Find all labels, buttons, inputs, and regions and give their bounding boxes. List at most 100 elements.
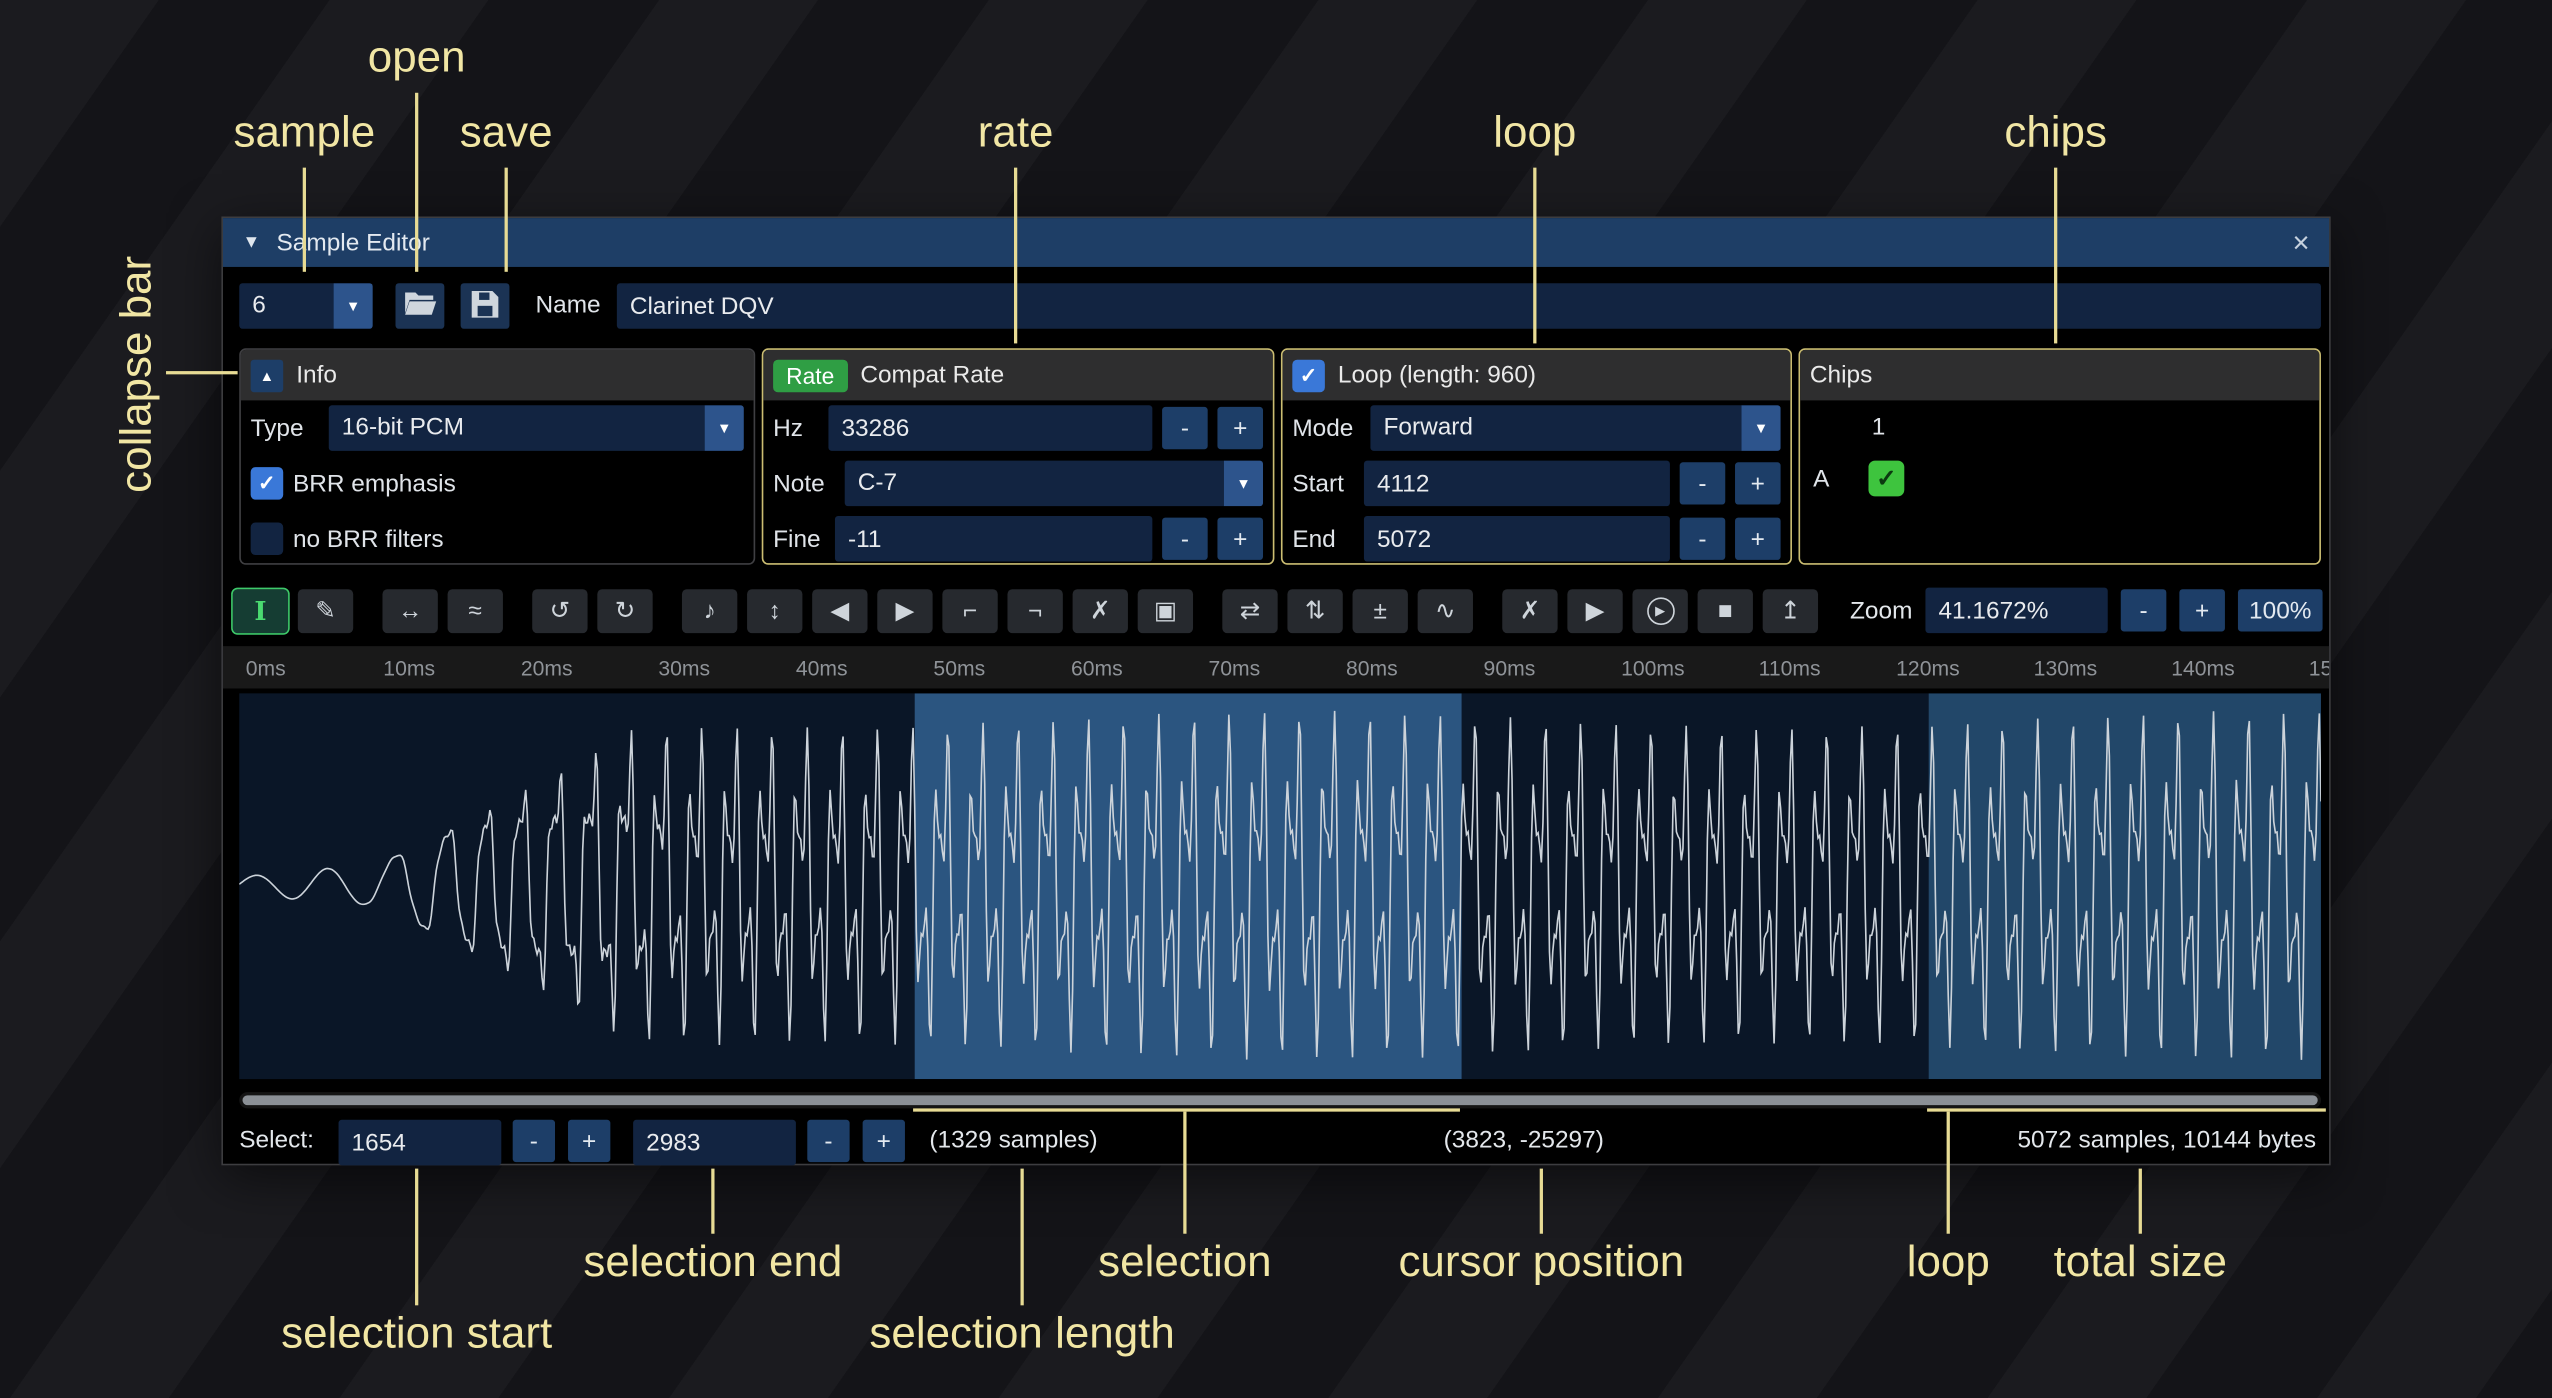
annotation-line-chips (2054, 168, 2057, 344)
edit-select-icon[interactable]: I (233, 588, 288, 632)
selection-end-minus-button[interactable]: - (807, 1120, 849, 1162)
selection-start-input[interactable] (339, 1120, 502, 1166)
info-header-label: Info (296, 361, 337, 389)
annotation-line-selection-end (711, 1169, 714, 1234)
annotation-line-sample (303, 168, 306, 272)
selection-end-input[interactable] (633, 1120, 796, 1166)
save-button[interactable] (461, 283, 510, 329)
type-dropdown[interactable]: 16-bit PCM ▼ (329, 405, 744, 451)
sign-invert-icon[interactable]: ± (1353, 588, 1408, 632)
toolbar-groups: I✎↔≈↺↻♪↕◀▶⌐¬✗▣⇄⇅±∿✗▶▶■↥ (233, 588, 1818, 632)
ruler-tick: 140ms (2171, 655, 2309, 679)
loop-section: ✓ Loop (length: 960) Mode Forward ▼ Star… (1281, 348, 1792, 564)
loop-mode-dropdown[interactable]: Forward ▼ (1370, 405, 1780, 451)
close-icon[interactable]: × (2292, 228, 2309, 257)
loop-start-minus-button[interactable]: - (1680, 462, 1726, 504)
fade-out-icon[interactable]: ▶ (877, 588, 932, 632)
titlebar[interactable]: ▼ Sample Editor × (223, 218, 2329, 267)
chevron-down-icon: ▼ (334, 283, 373, 329)
chip-row-label: A (1813, 465, 1829, 493)
reverse-icon[interactable]: ⇄ (1222, 588, 1277, 632)
fine-plus-button[interactable]: + (1217, 518, 1263, 560)
no-brr-filters-label: no BRR filters (293, 525, 444, 553)
chip-index: 1 (1872, 413, 1886, 441)
annotation-save: save (460, 107, 553, 157)
chevron-down-icon: ▼ (1742, 405, 1781, 451)
preview-icon[interactable]: ▶ (1567, 588, 1622, 632)
delete-icon[interactable]: ✗ (1073, 588, 1128, 632)
note-label: Note (773, 470, 835, 498)
waveform-display[interactable] (239, 693, 2321, 1079)
normalize-icon[interactable]: ↕ (747, 588, 802, 632)
type-label: Type (251, 414, 319, 442)
loop-end-minus-button[interactable]: - (1680, 518, 1726, 560)
sample-number-dropdown[interactable]: 6 ▼ (239, 283, 372, 329)
annotation-total-size: total size (2054, 1237, 2227, 1287)
chip-enable-checkbox[interactable]: ✓ (1868, 461, 1904, 497)
hz-input[interactable] (828, 405, 1152, 451)
crossfade-icon[interactable]: ✗ (1502, 588, 1557, 632)
scrollbar-handle[interactable] (243, 1095, 2318, 1105)
fine-input[interactable] (835, 516, 1152, 562)
export-icon[interactable]: ↥ (1763, 588, 1818, 632)
ruler-tick: 30ms (658, 655, 796, 679)
name-input[interactable] (617, 283, 2321, 329)
stop-preview-icon[interactable]: ■ (1698, 588, 1753, 632)
fine-label: Fine (773, 525, 825, 553)
loop-header-label: Loop (length: 960) (1338, 361, 1536, 389)
ruler-tick: 150ms (2309, 655, 2329, 679)
zoom-reset-button[interactable]: 100% (2238, 589, 2323, 631)
selection-start-plus-button[interactable]: + (568, 1120, 610, 1162)
annotation-open: open (368, 33, 466, 83)
annotation-cursor-position: cursor position (1398, 1237, 1684, 1287)
waveform-scrollbar[interactable] (239, 1092, 2321, 1108)
annotation-selection-start: selection start (281, 1309, 552, 1359)
hz-plus-button[interactable]: + (1217, 407, 1263, 449)
loop-checkbox[interactable]: ✓ (1292, 359, 1325, 392)
loop-end-input[interactable] (1364, 516, 1670, 562)
fine-minus-button[interactable]: - (1162, 518, 1208, 560)
loop-start-input[interactable] (1364, 461, 1670, 507)
amplify-icon[interactable]: ♪ (682, 588, 737, 632)
collapse-bar-button[interactable]: ▲ (251, 359, 284, 392)
timeline-ruler[interactable]: 0ms10ms20ms30ms40ms50ms60ms70ms80ms90ms1… (223, 646, 2329, 688)
open-button[interactable] (396, 283, 445, 329)
ruler-tick: 80ms (1346, 655, 1484, 679)
loop-end-plus-button[interactable]: + (1735, 518, 1781, 560)
selection-start-minus-button[interactable]: - (513, 1120, 555, 1162)
annotation-line-selection-start (415, 1169, 418, 1306)
chevron-up-icon: ▲ (260, 367, 275, 383)
brr-emphasis-checkbox[interactable]: ✓ (251, 467, 284, 500)
resample-icon[interactable]: ≈ (448, 588, 503, 632)
select-label: Select: (239, 1118, 314, 1164)
invert-icon[interactable]: ⇅ (1287, 588, 1342, 632)
fade-in-icon[interactable]: ◀ (812, 588, 867, 632)
draw-icon[interactable]: ✎ (298, 588, 353, 632)
preview-loop-icon[interactable]: ▶ (1632, 588, 1687, 632)
annotation-chips: chips (2004, 107, 2107, 157)
annotation-line-collapse-bar (166, 371, 238, 374)
chevron-down-icon: ▼ (705, 405, 744, 451)
resize-icon[interactable]: ↔ (382, 588, 437, 632)
note-dropdown[interactable]: C-7 ▼ (845, 461, 1263, 507)
annotation-line-open (415, 93, 418, 272)
insert-silence-icon[interactable]: ⌐ (942, 588, 997, 632)
annotation-selection-end: selection end (583, 1237, 842, 1287)
filter-icon[interactable]: ∿ (1418, 588, 1473, 632)
zoom-out-button[interactable]: - (2121, 589, 2167, 631)
zoom-input[interactable] (1925, 588, 2107, 634)
no-brr-filters-checkbox[interactable] (251, 522, 284, 555)
ruler-tick: 90ms (1484, 655, 1622, 679)
hz-minus-button[interactable]: - (1162, 407, 1208, 449)
cursor-position-text: (3823, -25297) (1444, 1118, 1604, 1164)
annotation-collapse-bar: collapse bar (111, 256, 161, 493)
window-collapse-icon[interactable]: ▼ (243, 233, 261, 253)
zoom-in-button[interactable]: + (2179, 589, 2225, 631)
trim-icon[interactable]: ▣ (1138, 588, 1193, 632)
selection-end-plus-button[interactable]: + (863, 1120, 905, 1162)
loop-start-plus-button[interactable]: + (1735, 462, 1781, 504)
note-value: C-7 (845, 461, 1224, 507)
apply-silence-icon[interactable]: ¬ (1007, 588, 1062, 632)
redo-icon[interactable]: ↻ (597, 588, 652, 632)
undo-icon[interactable]: ↺ (532, 588, 587, 632)
